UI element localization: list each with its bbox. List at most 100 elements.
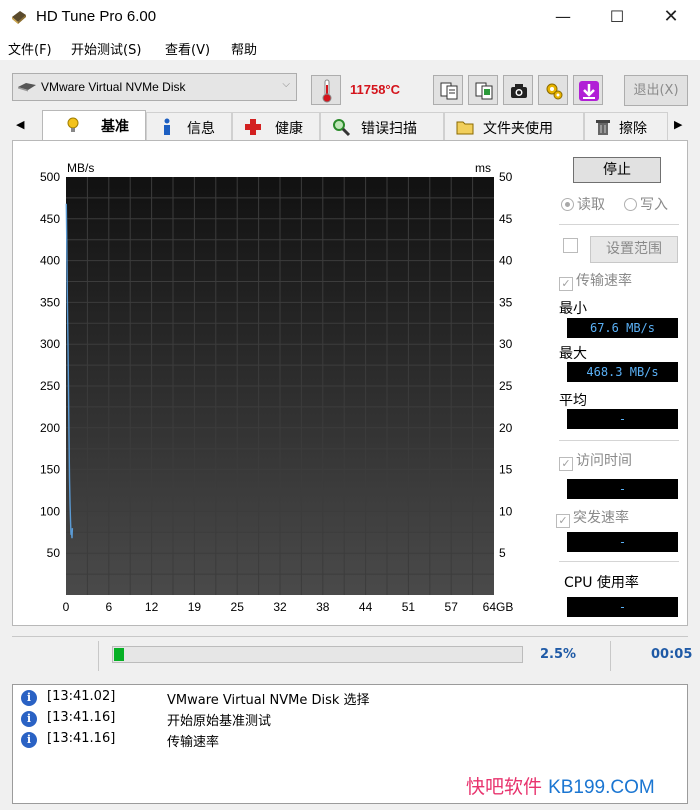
bulb-icon	[67, 117, 79, 132]
tab-erase[interactable]: 擦除	[584, 112, 668, 140]
access-time-checkbox[interactable]: ✓ 访问时间	[559, 450, 632, 471]
min-value: 67.6 MB/s	[567, 318, 678, 338]
x-tick-label: 0	[63, 600, 70, 614]
radio-dot	[624, 198, 637, 211]
transfer-rate-checkbox[interactable]: ✓ 传输速率	[559, 270, 632, 291]
tab-benchmark[interactable]: 基准	[42, 110, 146, 141]
left-tick-label: 50	[47, 546, 61, 560]
chevron-down-icon: ⌵	[282, 79, 290, 90]
minimize-button[interactable]: —	[540, 0, 586, 34]
x-tick-label: 57	[445, 600, 459, 614]
x-tick-label: 6	[105, 600, 112, 614]
access-time-label: 访问时间	[576, 453, 632, 469]
check-icon: ✓	[556, 514, 570, 528]
log-time: [13:41.16]	[47, 731, 116, 746]
log-time: [13:41.02]	[47, 689, 116, 704]
tab-info[interactable]: 信息	[146, 112, 232, 140]
tab-label: 文件夹使用	[483, 121, 553, 137]
log-entry: i [13:41.16] 开始原始基准测试	[21, 709, 681, 729]
right-tick-label: 5	[499, 546, 506, 560]
burst-rate-label: 突发速率	[573, 510, 629, 526]
transfer-rate-label: 传输速率	[576, 273, 632, 289]
info-icon: i	[21, 732, 37, 748]
divider	[559, 561, 679, 562]
write-label: 写入	[640, 197, 668, 213]
close-button[interactable]: ✕	[648, 0, 694, 34]
menu-start-test[interactable]: 开始测试(S)	[71, 39, 141, 58]
copy-text-button[interactable]	[433, 75, 463, 105]
right-tick-label: 45	[499, 212, 513, 226]
screenshot-button[interactable]	[503, 75, 533, 105]
progress-percent: 2.5%	[540, 647, 577, 662]
disk-select[interactable]: VMware Virtual NVMe Disk ⌵	[12, 73, 297, 101]
log-time: [13:41.16]	[47, 710, 116, 725]
elapsed-time: 00:05	[651, 647, 693, 662]
options-button[interactable]	[538, 75, 568, 105]
divider	[559, 440, 679, 441]
read-radio[interactable]: 读取	[561, 194, 605, 214]
menu-view[interactable]: 查看(V)	[165, 39, 210, 58]
left-tick-label: 150	[40, 463, 60, 477]
avg-value: -	[567, 409, 678, 429]
set-range-button[interactable]: 设置范围	[590, 236, 678, 263]
app-icon	[12, 11, 26, 24]
tab-scroll-right-icon[interactable]: ▶	[674, 118, 682, 131]
save-button[interactable]	[573, 75, 603, 105]
right-tick-label: 35	[499, 295, 513, 309]
disk-icon	[18, 83, 36, 92]
copy-image-icon	[475, 82, 493, 100]
x-tick-label: 51	[402, 600, 416, 614]
stop-button[interactable]: 停止	[573, 157, 661, 183]
tab-folder-usage[interactable]: 文件夹使用	[444, 112, 584, 140]
download-arrow-icon	[579, 81, 599, 101]
copy-icon	[440, 82, 458, 100]
tab-label: 健康	[275, 121, 303, 137]
right-tick-label: 10	[499, 504, 513, 518]
check-icon: ✓	[559, 457, 573, 471]
log-entry: i [13:41.02] VMware Virtual NVMe Disk 选择	[21, 688, 681, 708]
cpu-usage-label: CPU 使用率	[564, 575, 639, 591]
right-tick-label: 50	[499, 170, 513, 184]
temperature-value: 11758°C	[350, 82, 401, 97]
max-value: 468.3 MB/s	[567, 362, 678, 382]
left-tick-label: 400	[40, 254, 60, 268]
write-radio[interactable]: 写入	[624, 194, 668, 214]
benchmark-chart: 5004504003503002502001501005050454035302…	[40, 161, 513, 614]
copy-screenshot-button[interactable]	[468, 75, 498, 105]
tab-scroll-left-icon[interactable]: ◀	[16, 118, 24, 131]
tab-health[interactable]: 健康	[232, 112, 320, 140]
menu-file[interactable]: 文件(F)	[8, 39, 52, 58]
folder-icon	[456, 121, 474, 135]
log-entry: i [13:41.16] 传输速率	[21, 730, 681, 750]
min-label: 最小	[559, 301, 587, 317]
left-tick-label: 450	[40, 212, 60, 226]
trash-icon	[596, 120, 610, 135]
tab-error-scan[interactable]: 错误扫描	[320, 112, 444, 140]
x-tick-label: 38	[316, 600, 330, 614]
exit-button[interactable]: 退出(X)	[624, 75, 688, 106]
left-tick-label: 350	[40, 295, 60, 309]
right-tick-label: 20	[499, 421, 513, 435]
left-tick-label: 250	[40, 379, 60, 393]
log-message: 开始原始基准测试	[167, 714, 272, 729]
right-tick-label: 30	[499, 337, 513, 351]
menu-help[interactable]: 帮助	[231, 39, 257, 58]
right-tick-label: 25	[499, 379, 513, 393]
temperature-button[interactable]	[311, 75, 341, 105]
max-label: 最大	[559, 346, 587, 362]
x-tick-label: 19	[188, 600, 202, 614]
tab-label: 擦除	[619, 121, 647, 137]
maximize-button[interactable]: ☐	[594, 0, 640, 34]
right-tick-label: 40	[499, 254, 513, 268]
x-tick-label: 25	[231, 600, 245, 614]
right-tick-label: 15	[499, 463, 513, 477]
x-tick-label: 12	[145, 600, 159, 614]
thermometer-icon	[322, 79, 332, 103]
range-checkbox[interactable]	[563, 238, 578, 253]
watermark-en: KB199.COM	[548, 777, 655, 798]
access-time-value: -	[567, 479, 678, 499]
left-tick-label: 200	[40, 421, 60, 435]
burst-rate-checkbox[interactable]: ✓ 突发速率	[556, 507, 629, 528]
avg-label: 平均	[559, 393, 587, 409]
disk-name: VMware Virtual NVMe Disk	[41, 80, 186, 94]
